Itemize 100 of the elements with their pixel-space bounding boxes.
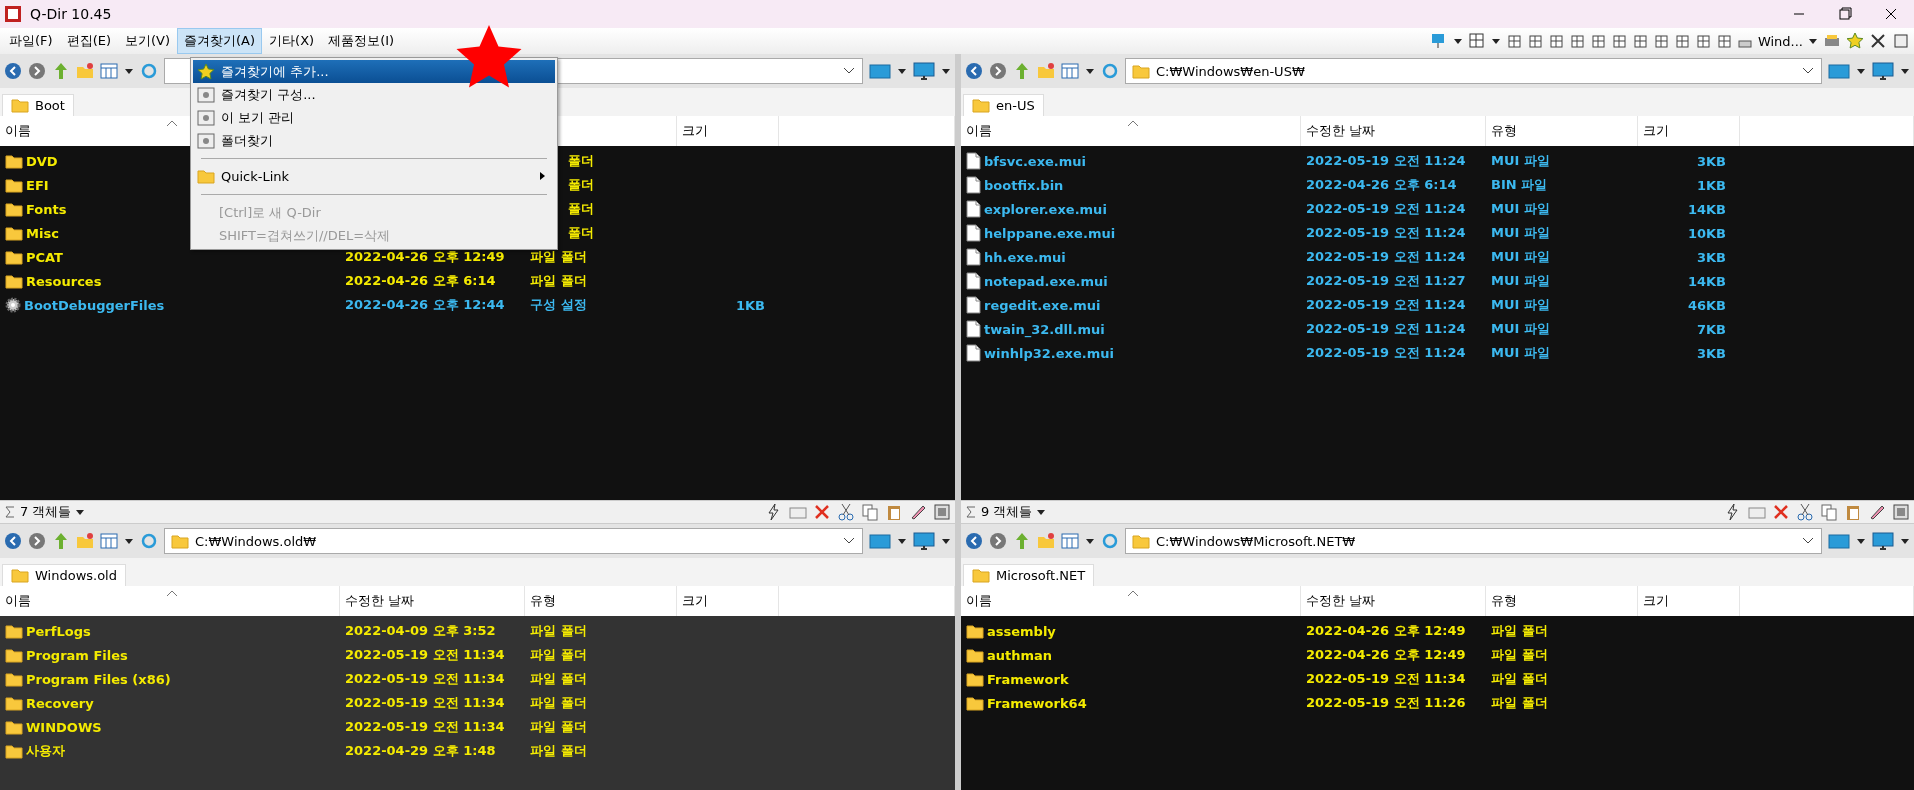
layout-icon[interactable] bbox=[1610, 33, 1627, 49]
file-name[interactable]: BootDebuggerFiles bbox=[24, 297, 165, 313]
menu-item[interactable]: 즐겨찾기(A) bbox=[177, 28, 263, 54]
back-icon[interactable] bbox=[965, 62, 983, 80]
column-header[interactable]: 수정한 날짜 bbox=[1306, 592, 1376, 610]
menu-item[interactable]: 제품정보(I) bbox=[321, 28, 402, 54]
file-name[interactable]: assembly bbox=[987, 623, 1056, 639]
file-name[interactable]: notepad.exe.mui bbox=[984, 273, 1108, 289]
folder-tab[interactable]: Windows.old bbox=[2, 564, 126, 586]
panel-icon[interactable] bbox=[869, 532, 891, 550]
layout-icon[interactable] bbox=[1467, 32, 1486, 50]
star-icon[interactable] bbox=[1846, 32, 1864, 50]
layout-icon[interactable] bbox=[1715, 33, 1732, 49]
back-icon[interactable] bbox=[4, 532, 22, 550]
rename-icon[interactable] bbox=[1868, 503, 1886, 521]
caret-icon[interactable] bbox=[1808, 36, 1818, 46]
file-name[interactable]: regedit.exe.mui bbox=[984, 297, 1101, 313]
column-header[interactable]: 크기 bbox=[1643, 122, 1669, 140]
new-folder-icon[interactable] bbox=[1037, 62, 1055, 80]
file-name[interactable]: PerfLogs bbox=[26, 623, 91, 639]
caret-icon[interactable] bbox=[1856, 536, 1866, 546]
file-name[interactable]: Framework64 bbox=[987, 695, 1087, 711]
column-header[interactable]: 크기 bbox=[1643, 592, 1669, 610]
caret-icon[interactable] bbox=[124, 536, 134, 546]
caret-icon[interactable] bbox=[941, 536, 951, 546]
folder-tab[interactable]: en-US bbox=[963, 94, 1044, 116]
column-header[interactable]: 수정한 날짜 bbox=[1306, 122, 1376, 140]
refresh-icon[interactable] bbox=[1101, 532, 1119, 550]
folder-tab[interactable]: Microsoft.NET bbox=[963, 564, 1095, 586]
column-header[interactable]: 크기 bbox=[682, 592, 708, 610]
window-icon[interactable] bbox=[1892, 32, 1910, 50]
caret-icon[interactable] bbox=[1490, 36, 1501, 46]
view-grid-icon[interactable] bbox=[100, 62, 118, 80]
file-name[interactable]: Recovery bbox=[26, 695, 94, 711]
layout-icon[interactable] bbox=[1526, 33, 1543, 49]
menu-item[interactable]: 즐겨찾기에 추가... bbox=[193, 60, 555, 83]
monitor-icon[interactable] bbox=[1872, 62, 1894, 80]
cut-icon[interactable] bbox=[1796, 503, 1814, 521]
file-name[interactable]: PCAT bbox=[26, 249, 63, 265]
monitor-icon[interactable] bbox=[913, 532, 935, 550]
refresh-icon[interactable] bbox=[1101, 62, 1119, 80]
caret-icon[interactable] bbox=[1452, 36, 1463, 46]
copy-icon[interactable] bbox=[1820, 503, 1838, 521]
monitor-icon[interactable] bbox=[913, 62, 935, 80]
caret-icon[interactable] bbox=[897, 536, 907, 546]
file-name[interactable]: bfsvc.exe.mui bbox=[984, 153, 1087, 169]
file-name[interactable]: Framework bbox=[987, 671, 1069, 687]
file-name[interactable]: EFI bbox=[26, 177, 49, 193]
file-name[interactable]: winhlp32.exe.mui bbox=[984, 345, 1114, 361]
file-name[interactable]: Program Files bbox=[26, 647, 128, 663]
view-grid-icon[interactable] bbox=[1061, 532, 1079, 550]
menu-item[interactable]: 즐겨찾기 구성... bbox=[193, 83, 555, 106]
file-name[interactable]: 사용자 bbox=[26, 742, 65, 760]
new-folder-icon[interactable] bbox=[76, 62, 94, 80]
panel-icon[interactable] bbox=[869, 62, 891, 80]
file-name[interactable]: Program Files (x86) bbox=[26, 671, 171, 687]
menu-item[interactable]: Quick-Link bbox=[193, 165, 555, 188]
column-header[interactable]: 수정한 날짜 bbox=[345, 592, 415, 610]
layout-icon[interactable] bbox=[1694, 33, 1711, 49]
caret-icon[interactable] bbox=[1036, 507, 1047, 517]
caret-icon[interactable] bbox=[1085, 536, 1095, 546]
file-name[interactable]: explorer.exe.mui bbox=[984, 201, 1107, 217]
cut-icon[interactable] bbox=[837, 503, 855, 521]
new-folder-icon[interactable] bbox=[76, 532, 94, 550]
copy-icon[interactable] bbox=[861, 503, 879, 521]
forward-icon[interactable] bbox=[989, 62, 1007, 80]
caret-icon[interactable] bbox=[75, 507, 86, 517]
view-grid-icon[interactable] bbox=[100, 532, 118, 550]
column-header[interactable]: 유형 bbox=[530, 592, 556, 610]
address-field[interactable]: C:₩Windows₩en-US₩ bbox=[1125, 58, 1822, 84]
back-icon[interactable] bbox=[4, 62, 22, 80]
caret-icon[interactable] bbox=[1856, 66, 1866, 76]
file-name[interactable]: Misc bbox=[26, 225, 59, 241]
column-header[interactable]: 이름 bbox=[966, 592, 992, 610]
forward-icon[interactable] bbox=[28, 532, 46, 550]
column-header[interactable]: 이름 bbox=[5, 592, 31, 610]
layout-icon[interactable] bbox=[1568, 33, 1585, 49]
layout-icon[interactable] bbox=[1505, 33, 1522, 49]
address-field[interactable]: C:₩Windows.old₩ bbox=[164, 528, 863, 554]
file-name[interactable]: WINDOWS bbox=[26, 719, 102, 735]
panel-icon[interactable] bbox=[1828, 532, 1850, 550]
menu-item[interactable]: 편집(E) bbox=[59, 28, 118, 54]
paste-icon[interactable] bbox=[1844, 503, 1862, 521]
layout-icon[interactable] bbox=[1652, 33, 1669, 49]
column-header[interactable]: 이름 bbox=[5, 122, 31, 140]
caret-icon[interactable] bbox=[124, 66, 134, 76]
folder-tab[interactable]: Boot bbox=[2, 94, 74, 116]
file-name[interactable]: twain_32.dll.mui bbox=[984, 321, 1105, 337]
file-name[interactable]: helppane.exe.mui bbox=[984, 225, 1116, 241]
menu-item[interactable]: 기타(X) bbox=[262, 28, 322, 54]
file-name[interactable]: bootfix.bin bbox=[984, 177, 1064, 193]
tools-icon[interactable] bbox=[1869, 32, 1887, 50]
delete-icon[interactable] bbox=[813, 503, 831, 521]
caret-icon[interactable] bbox=[897, 66, 907, 76]
menu-item[interactable]: 이 보기 관리 bbox=[193, 106, 555, 129]
back-icon[interactable] bbox=[965, 532, 983, 550]
menu-item[interactable]: 폴더찾기 bbox=[193, 129, 555, 152]
forward-icon[interactable] bbox=[989, 532, 1007, 550]
paste-icon[interactable] bbox=[885, 503, 903, 521]
file-name[interactable]: authman bbox=[987, 647, 1053, 663]
